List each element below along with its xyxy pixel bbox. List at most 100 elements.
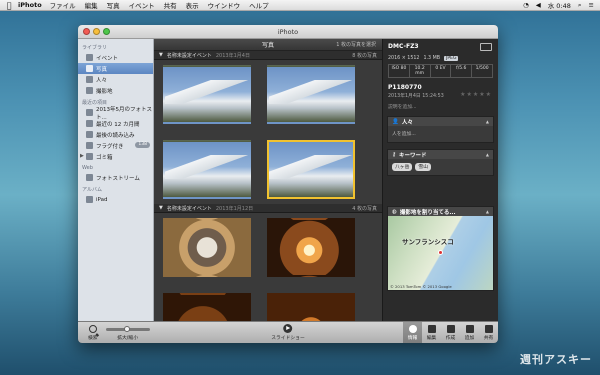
create-icon [446,324,455,333]
clock[interactable]: 水 0:48 [548,0,571,10]
keyword-list[interactable]: 八ヶ岳 雪山 [388,159,493,175]
sidebar-item-label: iPad [96,196,108,203]
volume-icon[interactable]: ◀ [536,1,541,9]
photo-thumbnail[interactable] [163,140,251,199]
photo-title[interactable]: P1180770 [388,84,493,91]
menu-file[interactable]: ファイル [50,0,76,10]
location-map[interactable]: サンフランシスコ © 2013 TomTom © 2013 Google [388,216,493,290]
pencil-icon [427,324,436,333]
globe-icon: ◍ [392,208,397,215]
location-panel: ◍ 撮影地を割り当てる... ▲ サンフランシスコ © 2013 TomTom … [387,206,494,291]
zoom-label: 拡大/縮小 [117,336,139,341]
menu-help[interactable]: ヘルプ [249,0,269,10]
toolbar-button-label: 追加 [464,335,475,341]
panel-title: 人々 [401,119,413,126]
menu-app-name[interactable]: iPhoto [18,1,42,9]
people-icon: 👤 [392,118,399,125]
file-size: 1.3 MB [423,56,441,61]
wifi-icon[interactable]: ◔ [523,1,529,9]
share-button[interactable]: 共有 [479,322,498,343]
menu-edit[interactable]: 編集 [85,0,98,10]
apple-menu-icon[interactable]:  [0,1,18,10]
sidebar-item-last-12-months[interactable]: 最近の 12 カ月間 [78,118,153,129]
disclosure-triangle-icon[interactable]: ▼ [159,52,163,58]
count-badge: 138 [135,142,150,148]
zoom-slider-knob[interactable] [123,326,130,332]
sidebar-item-label: 人々 [96,77,108,84]
sidebar-item-label: 最後の読み込み [96,132,135,139]
sidebar-item-last-import[interactable]: 最後の読み込み [78,129,153,140]
sidebar-item-photostream-may[interactable]: 2013年5月のフォトスト... [78,107,153,121]
camera-model: DMC-FZ3 [388,43,419,50]
people-panel: 👤 人々 ▲ 人を追加... [387,116,494,143]
menu-photos[interactable]: 写真 [107,0,120,10]
collapse-triangle-icon[interactable]: ▲ [486,209,489,214]
info-button[interactable]: 情報 [403,322,422,343]
event-header[interactable]: ▼ 名称未設定イベント 2013年1月12日 4 枚の写真 [154,204,382,213]
description-field[interactable]: 説明を追加... [388,103,493,110]
format-badge: JPEG [444,56,459,61]
disclosure-triangle-icon[interactable]: ▼ [159,205,163,211]
photostream-icon [86,174,93,181]
sidebar-item-people[interactable]: 人々 [78,74,153,85]
photo-thumbnail[interactable] [163,218,251,277]
sidebar-item-photos[interactable]: 写真 [78,63,153,74]
add-people-field[interactable]: 人を追加... [388,126,493,142]
calendar-icon [86,109,93,116]
album-icon [86,196,93,203]
keyword-chip[interactable]: 八ヶ岳 [392,163,413,171]
photo-thumbnail[interactable] [163,65,251,124]
photo-thumbnail[interactable] [163,293,251,321]
slideshow-button[interactable]: スライドショー [271,324,305,341]
rating-stars[interactable]: ★★★★★ [460,91,492,98]
menu-view[interactable]: 表示 [186,0,199,10]
info-icon [408,324,417,333]
menu-events[interactable]: イベント [129,0,155,10]
photo-browser: 写真 1 枚の写真を選択 ▼ 名称未設定イベント 2013年1月4日 8 枚の写… [154,39,382,321]
window-title: iPhoto [277,27,299,36]
edit-button[interactable]: 編集 [422,322,441,343]
collapse-triangle-icon[interactable]: ▲ [486,119,489,124]
people-icon [86,76,93,83]
search-button[interactable]: 検索 [88,325,98,341]
photo-thumbnail[interactable] [267,218,355,277]
sidebar-item-ipad[interactable]: iPad [78,194,153,205]
sidebar-item-events[interactable]: イベント [78,52,153,63]
create-button[interactable]: 作成 [441,322,460,343]
flag-icon [86,142,93,149]
event-header[interactable]: ▼ 名称未設定イベント 2013年1月4日 8 枚の写真 [154,51,382,60]
event-name: 名称未設定イベント [166,205,212,212]
sidebar-item-flagged[interactable]: フラグ付き 138 [78,140,153,151]
exif-bar: ISO 80 10.2 mm 0 EV f/5.6 1/500 [388,64,493,78]
zoom-window-button[interactable] [103,28,110,35]
iphoto-window: iPhoto ライブラリ イベント 写真 人々 撮影地 最近の項目 2013年5… [78,25,498,343]
exif-focal-length: 10.2 mm [410,65,431,77]
toolbar-button-label: 作成 [445,335,456,341]
exif-exposure-bias: 0 EV [431,65,452,77]
sidebar-item-photostream[interactable]: フォトストリーム [78,172,153,183]
close-window-button[interactable] [83,28,90,35]
keyword-chip[interactable]: 雪山 [415,163,432,171]
photo-thumbnail[interactable] [267,65,355,124]
notification-center-icon[interactable]: ≡ [589,1,594,9]
zoom-slider[interactable] [105,326,150,332]
people-panel-header[interactable]: 👤 人々 ▲ [388,117,493,126]
disclosure-triangle-icon[interactable]: ▶ [80,153,84,159]
add-to-button[interactable]: 追加 [460,322,479,343]
minimize-window-button[interactable] [93,28,100,35]
menu-window[interactable]: ウインドウ [208,0,241,10]
slideshow-label: スライドショー [271,336,305,341]
menu-share[interactable]: 共有 [164,0,177,10]
location-panel-header[interactable]: ◍ 撮影地を割り当てる... ▲ [388,207,493,216]
map-pin-icon[interactable] [438,250,443,255]
key-icon: ⚷ [392,151,397,158]
sidebar-item-trash[interactable]: ▶ ゴミ箱 [78,151,153,162]
sidebar-item-places[interactable]: 撮影地 [78,85,153,96]
collapse-triangle-icon[interactable]: ▲ [486,152,489,157]
photo-thumbnail-selected[interactable] [267,140,355,199]
event-date: 2013年1月12日 [215,205,254,212]
spotlight-search-icon[interactable]: ⌕ [578,1,582,10]
photo-thumbnail[interactable] [267,293,355,321]
photo-grid [154,60,382,204]
keywords-panel-header[interactable]: ⚷ キーワード ▲ [388,150,493,159]
